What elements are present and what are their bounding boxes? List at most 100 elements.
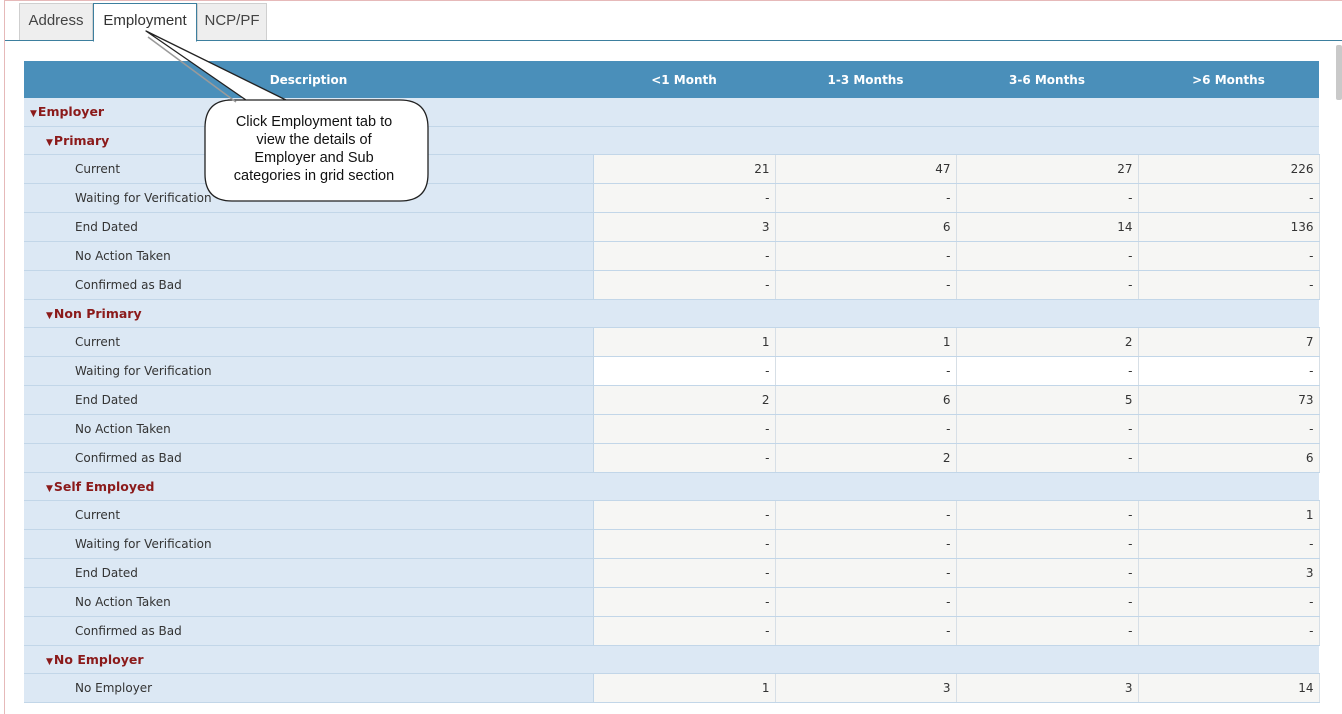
cell-value[interactable]: -	[593, 500, 776, 530]
table-row[interactable]: Confirmed as Bad -2-6	[24, 443, 1320, 473]
cell-value[interactable]: -	[956, 241, 1139, 271]
cell-value[interactable]: -	[593, 529, 776, 559]
cell-value[interactable]: 2	[956, 327, 1139, 357]
cell-value[interactable]: -	[775, 270, 957, 300]
table-row[interactable]: End Dated 2 6 5 73	[24, 385, 1320, 415]
cell-value[interactable]: 6	[775, 212, 957, 242]
table-row[interactable]: Waiting for Verification - - - -	[24, 183, 1320, 213]
column-header-1-3-months[interactable]: 1-3 Months	[775, 61, 956, 98]
cell-value[interactable]: 27	[956, 154, 1139, 184]
cell-value[interactable]: 14	[956, 212, 1139, 242]
caret-down-icon[interactable]: ▼	[46, 657, 53, 667]
group-row-no-employer[interactable]: ▼No Employer	[24, 645, 1319, 674]
cell-value[interactable]: -	[956, 356, 1139, 386]
cell-value[interactable]: -	[956, 270, 1139, 300]
cell-value[interactable]: -	[593, 414, 776, 444]
cell-value[interactable]: -	[775, 529, 957, 559]
cell-value[interactable]: -	[956, 414, 1139, 444]
table-row[interactable]: End Dated - - -3	[24, 558, 1320, 588]
cell-value[interactable]: -	[956, 443, 1139, 473]
cell-value[interactable]: 6	[775, 385, 957, 415]
caret-down-icon[interactable]: ▼	[46, 484, 53, 494]
table-row[interactable]: Waiting for Verification - - - -	[24, 356, 1320, 386]
tab-bar: Address Employment NCP/PF	[0, 0, 1342, 42]
cell-value[interactable]: -	[593, 183, 776, 213]
table-row[interactable]: Current 1 1 2 7	[24, 327, 1320, 357]
cell-value[interactable]: -	[775, 414, 957, 444]
cell-value[interactable]: -	[593, 558, 776, 588]
cell-value[interactable]: 1	[1138, 500, 1320, 530]
cell-value[interactable]: 7	[1138, 327, 1320, 357]
cell-value[interactable]: -	[593, 443, 776, 473]
tab-ncp-pf[interactable]: NCP/PF	[197, 3, 267, 41]
cell-value[interactable]: -	[1138, 414, 1320, 444]
cell-value[interactable]: -	[593, 587, 776, 617]
cell-value[interactable]: -	[775, 587, 957, 617]
cell-value[interactable]: 3	[775, 673, 957, 703]
table-row[interactable]: Confirmed as Bad - - - -	[24, 270, 1320, 300]
table-row[interactable]: No Employer 1 3 3 14	[24, 673, 1320, 703]
cell-value[interactable]: -	[956, 500, 1139, 530]
cell-value[interactable]: -	[593, 241, 776, 271]
cell-value[interactable]: 14	[1138, 673, 1320, 703]
cell-value[interactable]: 6	[1138, 443, 1320, 473]
row-description: Waiting for Verification	[24, 529, 594, 559]
cell-value[interactable]: -	[775, 183, 957, 213]
cell-value[interactable]: 21	[593, 154, 776, 184]
cell-value[interactable]: 3	[956, 673, 1139, 703]
table-row[interactable]: No Action Taken - - - -	[24, 241, 1320, 271]
table-row[interactable]: Confirmed as Bad - - - -	[24, 616, 1320, 646]
cell-value[interactable]: -	[593, 270, 776, 300]
cell-value[interactable]: 2	[593, 385, 776, 415]
cell-value[interactable]: -	[1138, 616, 1320, 646]
table-row[interactable]: End Dated 3 6 14 136	[24, 212, 1320, 242]
vertical-scrollbar[interactable]	[1336, 45, 1342, 100]
cell-value[interactable]: -	[593, 356, 776, 386]
column-header-description[interactable]: Description	[24, 61, 593, 98]
cell-value[interactable]: 5	[956, 385, 1139, 415]
table-row[interactable]: No Action Taken - - - -	[24, 414, 1320, 444]
cell-value[interactable]: 2	[775, 443, 957, 473]
row-description: No Action Taken	[24, 241, 594, 271]
cell-value[interactable]: -	[1138, 529, 1320, 559]
caret-down-icon[interactable]: ▼	[46, 311, 53, 321]
cell-value[interactable]: 1	[593, 327, 776, 357]
cell-value[interactable]: -	[956, 587, 1139, 617]
row-description: No Action Taken	[24, 414, 594, 444]
caret-down-icon[interactable]: ▼	[30, 109, 37, 119]
cell-value[interactable]: -	[956, 529, 1139, 559]
cell-value[interactable]: -	[775, 500, 957, 530]
cell-value[interactable]: -	[593, 616, 776, 646]
cell-value[interactable]: -	[1138, 183, 1320, 213]
cell-value[interactable]: -	[775, 356, 957, 386]
column-header-3-6-months[interactable]: 3-6 Months	[956, 61, 1138, 98]
group-row-non-primary[interactable]: ▼Non Primary	[24, 299, 1319, 328]
tab-employment[interactable]: Employment	[93, 3, 197, 42]
table-row[interactable]: Waiting for Verification - - - -	[24, 529, 1320, 559]
cell-value[interactable]: 1	[593, 673, 776, 703]
cell-value[interactable]: 1	[775, 327, 957, 357]
column-header-gt-6-months[interactable]: >6 Months	[1138, 61, 1319, 98]
cell-value[interactable]: -	[956, 558, 1139, 588]
cell-value[interactable]: 3	[1138, 558, 1320, 588]
cell-value[interactable]: 73	[1138, 385, 1320, 415]
cell-value[interactable]: 226	[1138, 154, 1320, 184]
cell-value[interactable]: 136	[1138, 212, 1320, 242]
cell-value[interactable]: -	[1138, 356, 1320, 386]
table-row[interactable]: No Action Taken - - - -	[24, 587, 1320, 617]
cell-value[interactable]: -	[1138, 241, 1320, 271]
cell-value[interactable]: -	[1138, 270, 1320, 300]
cell-value[interactable]: 47	[775, 154, 957, 184]
column-header-lt-1-month[interactable]: <1 Month	[593, 61, 775, 98]
cell-value[interactable]: -	[775, 558, 957, 588]
cell-value[interactable]: -	[775, 241, 957, 271]
cell-value[interactable]: 3	[593, 212, 776, 242]
cell-value[interactable]: -	[956, 616, 1139, 646]
caret-down-icon[interactable]: ▼	[46, 138, 53, 148]
cell-value[interactable]: -	[775, 616, 957, 646]
cell-value[interactable]: -	[956, 183, 1139, 213]
group-row-self-employed[interactable]: ▼Self Employed	[24, 472, 1319, 501]
cell-value[interactable]: -	[1138, 587, 1320, 617]
tab-address[interactable]: Address	[19, 3, 93, 41]
table-row[interactable]: Current - - -1	[24, 500, 1320, 530]
